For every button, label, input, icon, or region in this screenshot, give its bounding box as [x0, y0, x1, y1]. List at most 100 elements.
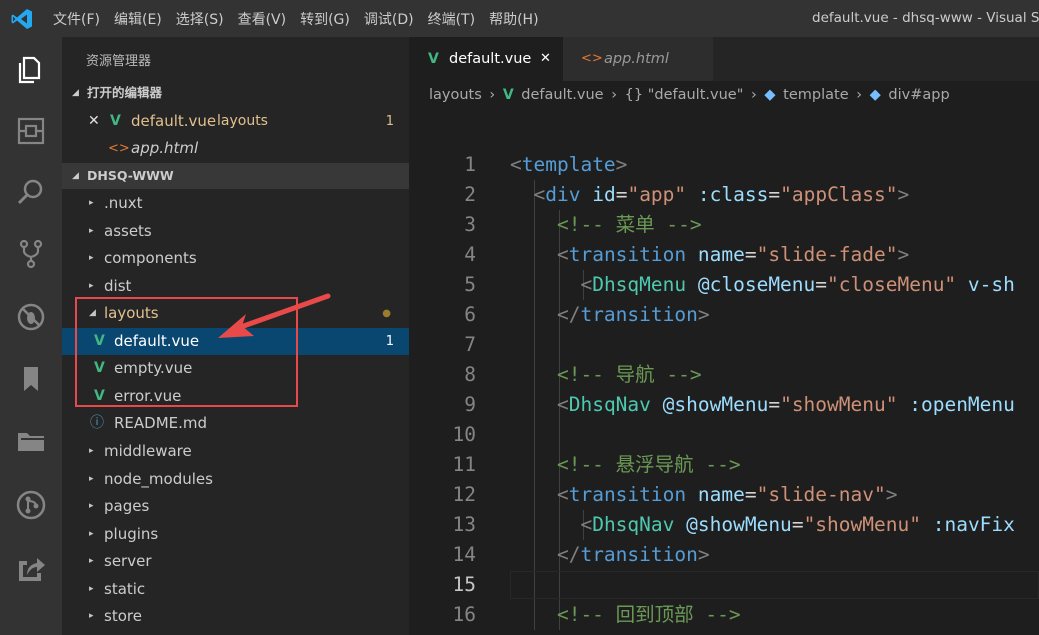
tab-default-vue[interactable]: V default.vue ✕ [409, 37, 563, 81]
code-line[interactable]: 10 [409, 420, 1039, 450]
line-number: 2 [464, 183, 476, 206]
breadcrumb: layouts › V default.vue › {} "default.vu… [429, 81, 953, 109]
chevron-right-icon: ▸ [89, 280, 94, 291]
line-number: 6 [464, 303, 476, 326]
line-number: 3 [464, 213, 476, 236]
source-control-icon[interactable] [12, 235, 50, 273]
folder-label: dist [104, 276, 132, 295]
breadcrumb-folder[interactable]: layouts [429, 87, 482, 103]
explorer-title: 资源管理器 [86, 54, 152, 69]
folder-label: middleware [104, 442, 192, 460]
menu-item[interactable]: 调试(D) [364, 9, 414, 29]
tab-app-html[interactable]: <> app.html [563, 37, 713, 81]
folder-label: node_modules [104, 469, 213, 488]
line-number: 9 [464, 393, 476, 416]
code-text: <DhsqNav @showMenu="showMenu" :openMenu [556, 393, 1015, 416]
code-line[interactable]: 3 <!-- 菜单 --> [409, 210, 1039, 240]
code-line[interactable]: 1 <template> [409, 150, 1039, 180]
workspace-header[interactable]: ◢ DHSQ-WWW [62, 163, 409, 189]
line-number: 10 [452, 423, 476, 446]
code-text: <!-- 悬浮导航 --> [510, 453, 741, 476]
code-text: <transition name="slide-fade"> [556, 243, 910, 266]
code-line[interactable]: 8 <!-- 导航 --> [409, 360, 1039, 390]
close-icon[interactable]: ✕ [88, 108, 100, 135]
folder-label: static [104, 579, 146, 598]
folder-pages[interactable]: ▸ pages [62, 493, 409, 520]
code-line[interactable]: 16 <!-- 回到顶部 --> [409, 600, 1039, 630]
search-icon[interactable] [12, 173, 50, 211]
line-number: 5 [464, 273, 476, 296]
code-text: </transition> [556, 543, 710, 566]
folder-server[interactable]: ▸ server [62, 548, 409, 575]
menu-item[interactable]: 编辑(E) [114, 9, 162, 29]
open-editors-header[interactable]: ◢ 打开的编辑器 [62, 80, 409, 106]
code-line[interactable]: 12 <transition name="slide-nav"> [409, 480, 1039, 510]
folder-middleware[interactable]: ▸ middleware [62, 438, 409, 465]
share-icon[interactable] [12, 548, 50, 586]
breadcrumb-object[interactable]: {} "default.vue" [625, 87, 744, 103]
code-text: <!-- 导航 --> [510, 363, 702, 386]
vue-file-icon: V [502, 87, 514, 103]
folder-label: store [104, 607, 142, 625]
line-number: 13 [452, 513, 476, 536]
problem-count-badge: 1 [385, 334, 394, 349]
folder-label: .nuxt [104, 194, 143, 212]
menu-item[interactable]: 终端(T) [428, 9, 475, 29]
code-line[interactable]: 11 <!-- 悬浮导航 --> [409, 450, 1039, 480]
extensions-icon[interactable] [12, 112, 50, 150]
folder-nuxt[interactable]: ▸ .nuxt [62, 190, 409, 217]
code-line[interactable]: 5 <DhsqMenu @closeMenu="closeMenu" v-sh [409, 270, 1039, 300]
open-editor-item-default-vue[interactable]: ✕ V default.vue layouts 1 [62, 108, 409, 135]
problem-count-badge: 1 [385, 114, 394, 129]
chevron-right-icon: ▸ [89, 556, 94, 566]
folder-plugins[interactable]: ▸ plugins [62, 521, 409, 548]
line-number: 16 [452, 603, 476, 626]
open-editor-item-app-html[interactable]: <> app.html [62, 135, 409, 162]
menu-item[interactable]: 选择(S) [176, 9, 224, 29]
chevron-right-icon: › [750, 87, 757, 103]
folder-assets[interactable]: ▸ assets [62, 218, 409, 245]
line-number: 12 [452, 483, 476, 506]
chevron-right-icon: ▸ [89, 528, 94, 539]
debug-icon[interactable] [12, 298, 50, 336]
chevron-right-icon: ▸ [89, 473, 94, 484]
code-line[interactable]: 13 <DhsqNav @showMenu="showMenu" :navFix [409, 510, 1039, 540]
folder-node-modules[interactable]: ▸ node_modules [62, 466, 409, 493]
code-text: <!-- 菜单 --> [510, 213, 702, 236]
chevron-right-icon: ▸ [89, 446, 94, 456]
code-line[interactable]: 15 [409, 570, 1039, 600]
code-text: <DhsqMenu @closeMenu="closeMenu" v-sh [580, 273, 1015, 296]
vue-file-icon: V [110, 113, 121, 129]
menu-item[interactable]: 查看(V) [238, 9, 287, 29]
folder-components[interactable]: ▸ components [62, 245, 409, 272]
code-line[interactable]: 7 [409, 330, 1039, 360]
vue-file-icon: V [428, 51, 439, 67]
git-graph-icon[interactable] [12, 486, 50, 524]
folder-static[interactable]: ▸ static [62, 576, 409, 603]
menu-item[interactable]: 转到(G) [300, 9, 350, 29]
code-text: <template> [510, 153, 628, 176]
code-line[interactable]: 4 <transition name="slide-fade"> [409, 240, 1039, 270]
files-icon[interactable] [12, 51, 50, 89]
folder-store[interactable]: ▸ store [62, 603, 409, 630]
chevron-right-icon: › [611, 87, 618, 103]
code-line[interactable]: 2 <div id="app" :class="appClass"> [409, 180, 1039, 210]
menu-item[interactable]: 文件(F) [53, 9, 100, 29]
bookmark-icon[interactable] [12, 360, 50, 398]
close-icon[interactable]: ✕ [540, 37, 551, 81]
title-bar: 文件(F) 编辑(E) 选择(S) 查看(V) 转到(G) 调试(D) 终端(T) 帮助(H)… [0, 0, 1039, 37]
breadcrumb-file[interactable]: default.vue [521, 87, 603, 103]
folder-icon[interactable] [12, 422, 50, 460]
breadcrumb-template[interactable]: template [783, 87, 848, 103]
file-readme[interactable]: ⓘ README.md [62, 410, 409, 437]
tab-bar: V default.vue ✕ <> app.html [409, 37, 1039, 81]
code-line[interactable]: 9 <DhsqNav @showMenu="showMenu" :openMen… [409, 390, 1039, 420]
chevron-right-icon: ▸ [89, 253, 94, 263]
menu-item[interactable]: 帮助(H) [489, 9, 538, 29]
code-line[interactable]: 6 </transition> [409, 300, 1039, 330]
line-number: 15 [452, 573, 476, 596]
html-file-icon: <> [581, 51, 603, 66]
breadcrumb-div[interactable]: div#app [888, 87, 949, 103]
code-line[interactable]: 14 </transition> [409, 540, 1039, 570]
line-number: 4 [464, 243, 476, 266]
